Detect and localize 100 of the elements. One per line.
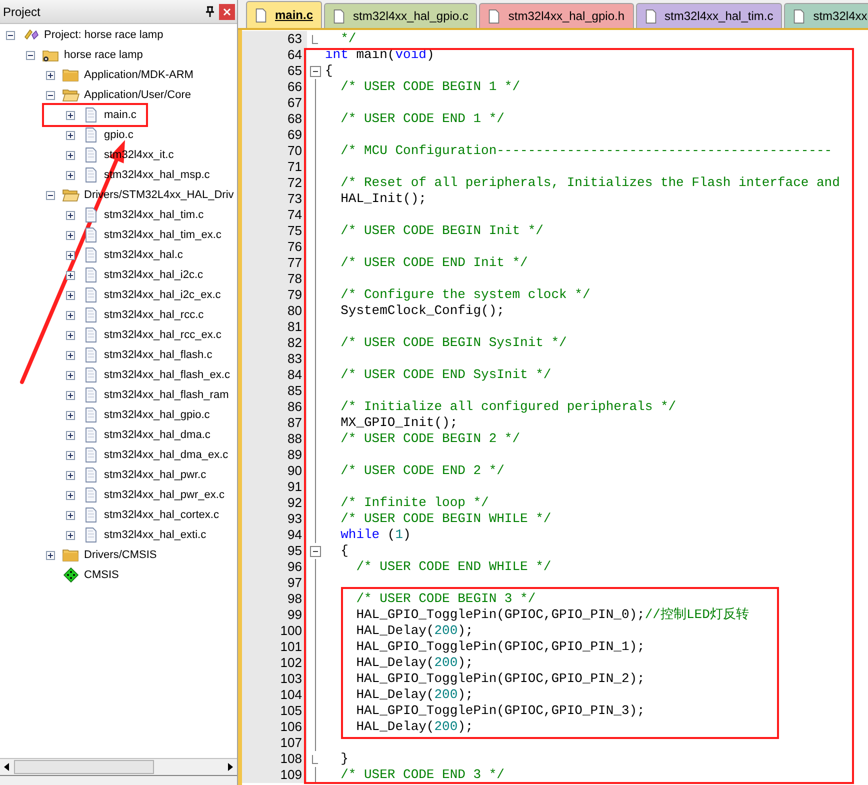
folder-gear-icon [42,48,60,62]
tree-item[interactable]: stm32l4xx_hal_i2c.c [104,266,204,284]
tree-item[interactable]: stm32l4xx_hal_cortex.c [104,506,219,524]
tree-item[interactable]: stm32l4xx_hal_pwr.c [104,466,206,484]
expand-icon[interactable] [66,170,75,180]
code-line: HAL_Delay(200); [355,687,474,703]
expand-icon[interactable] [66,130,75,140]
fold-toggle-icon[interactable] [310,546,320,556]
code-line: /* MCU Configuration------------------------------------------- [340,143,832,159]
line-number: 66 [242,79,307,95]
pin-icon[interactable] [205,6,215,18]
expand-icon[interactable] [66,210,75,220]
folder-icon [62,548,80,562]
collapse-icon[interactable] [6,30,15,40]
horizontal-scrollbar[interactable] [0,758,237,775]
expand-icon[interactable] [66,410,75,420]
editor-tab[interactable]: main.c [246,1,322,28]
open-folder-icon [62,88,80,102]
expand-icon[interactable] [66,430,75,440]
tree-item[interactable]: Application/User/Core [84,86,191,104]
collapse-icon[interactable] [26,50,35,60]
code-line: /* USER CODE BEGIN SysInit */ [340,335,567,351]
expand-icon[interactable] [66,270,75,280]
line-number: 84 [242,367,307,383]
expand-icon[interactable] [66,250,75,260]
scrollbar-thumb[interactable] [14,760,154,774]
expand-icon[interactable] [66,390,75,400]
line-number: 79 [242,287,307,303]
tree-item[interactable]: stm32l4xx_hal_rcc.c [104,306,204,324]
editor-tab[interactable]: stm32l4xx [784,3,868,28]
collapse-icon[interactable] [46,190,55,200]
line-number: 64 [242,47,307,63]
tree-item[interactable]: Drivers/CMSIS [84,546,157,564]
expand-icon[interactable] [66,530,75,540]
tree-item[interactable]: stm32l4xx_hal_dma_ex.c [104,446,228,464]
tree-item[interactable]: main.c [104,106,136,124]
code-line: /* USER CODE END 2 */ [340,463,504,479]
line-number: 71 [242,159,307,175]
tree-item[interactable]: stm32l4xx_hal_rcc_ex.c [104,326,222,344]
folder-icon [62,68,80,82]
fold-toggle-icon[interactable] [310,66,320,76]
expand-icon[interactable] [66,370,75,380]
file-icon [85,487,97,503]
tree-item[interactable]: Application/MDK-ARM [84,66,194,84]
tree-item[interactable]: stm32l4xx_hal_flash_ram [104,386,229,404]
tree-item[interactable]: Project: horse race lamp [44,26,164,44]
expand-icon[interactable] [66,470,75,480]
tree-item[interactable]: stm32l4xx_hal_pwr_ex.c [104,486,224,504]
code-line: /* USER CODE END 3 */ [340,767,504,783]
file-icon [85,447,97,463]
expand-icon[interactable] [66,310,75,320]
line-number: 107 [242,735,307,751]
editor-tab[interactable]: stm32l4xx_hal_gpio.c [324,3,478,28]
expand-icon[interactable] [66,110,75,120]
line-number: 97 [242,575,307,591]
file-icon [85,247,97,263]
expand-icon[interactable] [66,290,75,300]
expand-icon[interactable] [66,350,75,360]
line-number: 95 [242,543,307,559]
code-line: HAL_GPIO_TogglePin(GPIOC,GPIO_PIN_3); [355,703,645,719]
line-number: 102 [242,655,307,671]
code-line: /* USER CODE END Init */ [340,255,528,271]
line-number: 78 [242,271,307,287]
tree-item[interactable]: stm32l4xx_hal_gpio.c [104,406,210,424]
expand-icon[interactable] [66,150,75,160]
file-icon [793,8,806,24]
tree-item[interactable]: stm32l4xx_hal_tim.c [104,206,204,224]
line-number: 74 [242,207,307,223]
file-icon [255,8,267,22]
line-number: 108 [242,751,307,767]
collapse-icon[interactable] [46,90,55,100]
tree-item[interactable]: horse race lamp [64,46,143,64]
expand-icon[interactable] [66,330,75,340]
code-line: /* Initialize all configured peripherals */ [340,399,676,415]
tree-item[interactable]: stm32l4xx_hal_flash_ex.c [104,366,230,384]
tree-item[interactable]: stm32l4xx_hal_flash.c [104,346,212,364]
line-number: 76 [242,239,307,255]
expand-icon[interactable] [66,510,75,520]
tree-item[interactable]: stm32l4xx_hal_dma.c [104,426,210,444]
expand-icon[interactable] [46,70,55,80]
code-line: HAL_Delay(200); [355,655,474,671]
editor-tab[interactable]: stm32l4xx_hal_gpio.h [479,3,634,28]
close-button[interactable] [219,4,235,20]
tree-item[interactable]: stm32l4xx_hal.c [104,246,183,264]
file-icon [333,8,346,24]
expand-icon[interactable] [66,490,75,500]
expand-icon[interactable] [46,550,55,560]
tree-item[interactable]: stm32l4xx_hal_i2c_ex.c [104,286,221,304]
tree-item[interactable]: stm32l4xx_hal_tim_ex.c [104,226,222,244]
code-line: /* Infinite loop */ [340,495,489,511]
line-number: 98 [242,591,307,607]
tree-item[interactable]: stm32l4xx_hal_exti.c [104,526,206,544]
expand-icon[interactable] [66,230,75,240]
tree-item[interactable]: gpio.c [104,126,134,144]
tree-item[interactable]: CMSIS [84,566,119,584]
code-line: { [340,543,348,559]
component-icon [63,567,79,583]
expand-icon[interactable] [66,450,75,460]
editor-tab[interactable]: stm32l4xx_hal_tim.c [636,3,782,28]
line-number: 73 [242,191,307,207]
